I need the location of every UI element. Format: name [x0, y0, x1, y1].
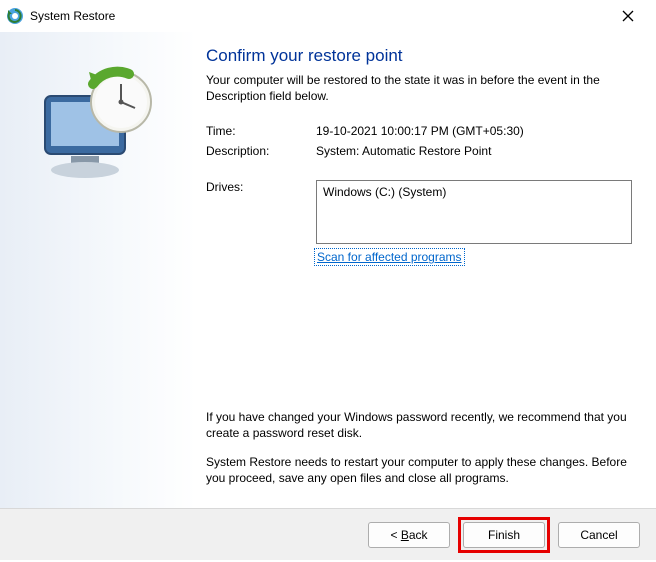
time-label: Time: [206, 124, 316, 138]
description-label: Description: [206, 144, 316, 158]
drive-item: Windows (C:) (System) [323, 185, 625, 199]
close-button[interactable] [606, 2, 650, 30]
page-heading: Confirm your restore point [206, 46, 632, 66]
titlebar: System Restore [0, 0, 656, 32]
finish-button[interactable]: Finish [463, 522, 545, 548]
scan-link-row: Scan for affected programs [206, 250, 632, 264]
password-note: If you have changed your Windows passwor… [206, 409, 632, 441]
time-value: 19-10-2021 10:00:17 PM (GMT+05:30) [316, 124, 632, 138]
restore-monitor-icon [33, 60, 163, 190]
scan-affected-programs-link[interactable]: Scan for affected programs [316, 250, 463, 264]
restart-note: System Restore needs to restart your com… [206, 454, 632, 486]
drives-label: Drives: [206, 180, 316, 244]
system-restore-icon [6, 7, 24, 25]
drives-row: Drives: Windows (C:) (System) [206, 180, 632, 244]
back-button[interactable]: < Back [368, 522, 450, 548]
cancel-button[interactable]: Cancel [558, 522, 640, 548]
time-row: Time: 19-10-2021 10:00:17 PM (GMT+05:30) [206, 124, 632, 138]
intro-text: Your computer will be restored to the st… [206, 72, 632, 104]
drives-listbox[interactable]: Windows (C:) (System) [316, 180, 632, 244]
finish-highlight: Finish [458, 517, 550, 553]
client-area: Confirm your restore point Your computer… [0, 32, 656, 508]
footer-bar: < Back Finish Cancel [0, 508, 656, 560]
description-value: System: Automatic Restore Point [316, 144, 632, 158]
description-row: Description: System: Automatic Restore P… [206, 144, 632, 158]
window-title: System Restore [30, 9, 606, 23]
side-panel [0, 32, 196, 508]
content-area: Confirm your restore point Your computer… [196, 32, 656, 508]
